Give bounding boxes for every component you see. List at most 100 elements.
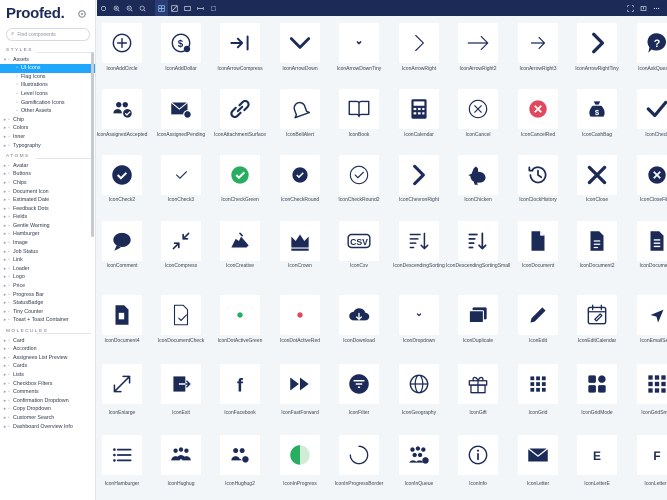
sidebar-item[interactable]: ▸ ▫ Colors bbox=[0, 124, 95, 133]
icon-tile-arrow-right2[interactable] bbox=[458, 23, 498, 63]
sidebar-item[interactable]: ▸ ▫ Customer Search bbox=[0, 414, 95, 423]
sidebar-item[interactable]: ▸ ▫ Typography bbox=[0, 142, 95, 151]
icon-tile-cancel-red[interactable] bbox=[518, 89, 558, 129]
sidebar-item[interactable]: ▸ ▫ Feedback Dots bbox=[0, 205, 95, 214]
icon-tile-dot-active-green[interactable] bbox=[220, 295, 260, 335]
icon-tile-check[interactable] bbox=[637, 89, 667, 129]
icon-tile-comment[interactable] bbox=[102, 221, 142, 261]
measure-icon[interactable] bbox=[194, 0, 207, 16]
sidebar-item[interactable]: ▸ ▫ Link bbox=[0, 256, 95, 265]
icon-tile-document4[interactable] bbox=[102, 295, 142, 335]
sidebar-item[interactable]: ▸ ▫ Copy Dropdown bbox=[0, 405, 95, 414]
grid-icon[interactable] bbox=[155, 0, 168, 16]
icon-tile-assigned-pending[interactable] bbox=[161, 89, 201, 129]
icon-tile-cash-bag[interactable]: $ bbox=[577, 89, 617, 129]
zoom-in-icon[interactable] bbox=[110, 0, 123, 16]
sidebar-item[interactable]: ▫ Level Icons bbox=[0, 90, 95, 99]
sidebar-item[interactable]: ▫ Other Assets bbox=[0, 107, 95, 116]
icon-tile-calendar[interactable] bbox=[399, 89, 439, 129]
sidebar-item[interactable]: ▸ ▫ Checkbox Filters bbox=[0, 380, 95, 389]
sidebar-item[interactable]: ▸ ▫ Toast + Toast Container bbox=[0, 316, 95, 325]
icon-tile-letter-e[interactable]: E bbox=[577, 435, 617, 475]
sidebar-item[interactable]: ▸ ▫ Fields bbox=[0, 213, 95, 222]
icon-tile-arrow-down-tiny[interactable] bbox=[339, 23, 379, 63]
icon-tile-csv[interactable]: CSV bbox=[339, 221, 379, 261]
icon-tile-close-filled[interactable] bbox=[637, 155, 667, 195]
sidebar-item[interactable]: ▸ ▫ StatusBadge bbox=[0, 299, 95, 308]
icon-tile-document-check[interactable] bbox=[161, 295, 201, 335]
icon-tile-arrow-compress[interactable] bbox=[220, 23, 260, 63]
icon-tile-cancel[interactable] bbox=[458, 89, 498, 129]
sidebar-item[interactable]: ▸ ▫ Comments bbox=[0, 388, 95, 397]
sidebar-item[interactable]: ▸ ▫ Chip bbox=[0, 116, 95, 125]
icon-tile-exit[interactable] bbox=[161, 364, 201, 404]
icon-tile-descending-sorting-small[interactable] bbox=[458, 221, 498, 261]
icon-tile-gift[interactable] bbox=[458, 364, 498, 404]
icon-tile-in-progress-border[interactable] bbox=[339, 435, 379, 475]
icon-tile-facebook[interactable]: f bbox=[220, 364, 260, 404]
icon-tile-fast-forward[interactable] bbox=[280, 364, 320, 404]
icon-tile-close[interactable] bbox=[577, 155, 617, 195]
zoom-reset-icon[interactable] bbox=[136, 0, 149, 16]
icon-tile-arrow-right3[interactable] bbox=[518, 23, 558, 63]
icon-tile-document3[interactable] bbox=[637, 221, 667, 261]
sidebar-item[interactable]: ▸ ▫ Price bbox=[0, 282, 95, 291]
icon-tile-dot-active-red[interactable] bbox=[280, 295, 320, 335]
icon-tile-letter-f[interactable]: F bbox=[637, 435, 667, 475]
sidebar-item[interactable]: ▫ Flag Icons bbox=[0, 73, 95, 82]
sidebar-item[interactable]: ▸ ▫ Progress Bar bbox=[0, 291, 95, 300]
icon-tile-check3[interactable] bbox=[161, 155, 201, 195]
search-input[interactable]: ⌕ Find components bbox=[6, 28, 90, 41]
sidebar-item[interactable]: ▸ ▫ Dashboard Overview Info bbox=[0, 423, 95, 432]
sidebar-item[interactable]: ▸ ▫ Lists bbox=[0, 371, 95, 380]
sidebar-item[interactable]: ▸ ▫ Confirmation Dropdown bbox=[0, 397, 95, 406]
sidebar-item[interactable]: ▸ ▫ Tiny Counter bbox=[0, 308, 95, 317]
app-logo[interactable]: Proofed. bbox=[6, 5, 65, 22]
icon-tile-grid[interactable] bbox=[518, 364, 558, 404]
icon-tile-bell-alert[interactable] bbox=[280, 89, 320, 129]
icon-tile-check-round2[interactable] bbox=[339, 155, 379, 195]
reload-icon[interactable] bbox=[97, 0, 110, 16]
sidebar-item[interactable]: ▫ Gamification Icons bbox=[0, 99, 95, 108]
icon-tile-book[interactable] bbox=[339, 89, 379, 129]
icon-tile-geography[interactable] bbox=[399, 364, 439, 404]
sidebar-item[interactable]: ▸ ▫ Card bbox=[0, 337, 95, 346]
sidebar-item[interactable]: ▸ ▫ Image bbox=[0, 239, 95, 248]
icon-tile-hughug2[interactable] bbox=[220, 435, 260, 475]
sidebar-item[interactable]: ▸ ▫ Job Status bbox=[0, 248, 95, 257]
icon-tile-attachment-surface[interactable] bbox=[220, 89, 260, 129]
icon-tile-clock-history[interactable] bbox=[518, 155, 558, 195]
viewport-icon[interactable] bbox=[181, 0, 194, 16]
icon-tile-edit[interactable] bbox=[518, 295, 558, 335]
icon-tile-in-queue[interactable] bbox=[399, 435, 439, 475]
sidebar-item[interactable]: ▸ ▫ Chips bbox=[0, 179, 95, 188]
zoom-out-icon[interactable] bbox=[123, 0, 136, 16]
fullscreen-icon[interactable] bbox=[624, 0, 637, 16]
icon-tile-arrow-right[interactable] bbox=[399, 23, 439, 63]
icon-tile-arrow-down[interactable] bbox=[280, 23, 320, 63]
icon-tile-compress[interactable] bbox=[161, 221, 201, 261]
sidebar-item[interactable]: ▸ ▫ Logo bbox=[0, 273, 95, 282]
icon-tile-grid-mode[interactable] bbox=[577, 364, 617, 404]
gear-icon[interactable] bbox=[77, 9, 87, 19]
icon-tile-dropdown[interactable] bbox=[399, 295, 439, 335]
icon-tile-arrow-right-tiny[interactable] bbox=[577, 23, 617, 63]
icon-tile-filter[interactable] bbox=[339, 364, 379, 404]
icon-tile-enlarge[interactable] bbox=[102, 364, 142, 404]
icon-tile-download[interactable] bbox=[339, 295, 379, 335]
icon-tile-check-round[interactable] bbox=[280, 155, 320, 195]
icon-tile-info[interactable] bbox=[458, 435, 498, 475]
more-icon[interactable] bbox=[650, 0, 663, 16]
background-icon[interactable] bbox=[168, 0, 181, 16]
icon-tile-crown[interactable] bbox=[280, 221, 320, 261]
sidebar-item[interactable]: ▾ ▫ Assets bbox=[0, 56, 95, 65]
icon-tile-chevron-right[interactable] bbox=[399, 155, 439, 195]
sidebar-item[interactable]: ▸ ▫ Hamburger bbox=[0, 230, 95, 239]
sidebar-scrollbar[interactable] bbox=[91, 52, 94, 237]
icon-tile-check-green[interactable] bbox=[220, 155, 260, 195]
icon-tile-creative[interactable] bbox=[220, 221, 260, 261]
sidebar-item[interactable]: ▸ ▫ Inner bbox=[0, 133, 95, 142]
icon-tile-chicken[interactable] bbox=[458, 155, 498, 195]
sidebar-item[interactable]: ▸ ▫ Assignees List Preview bbox=[0, 354, 95, 363]
icon-tile-in-progress[interactable] bbox=[280, 435, 320, 475]
